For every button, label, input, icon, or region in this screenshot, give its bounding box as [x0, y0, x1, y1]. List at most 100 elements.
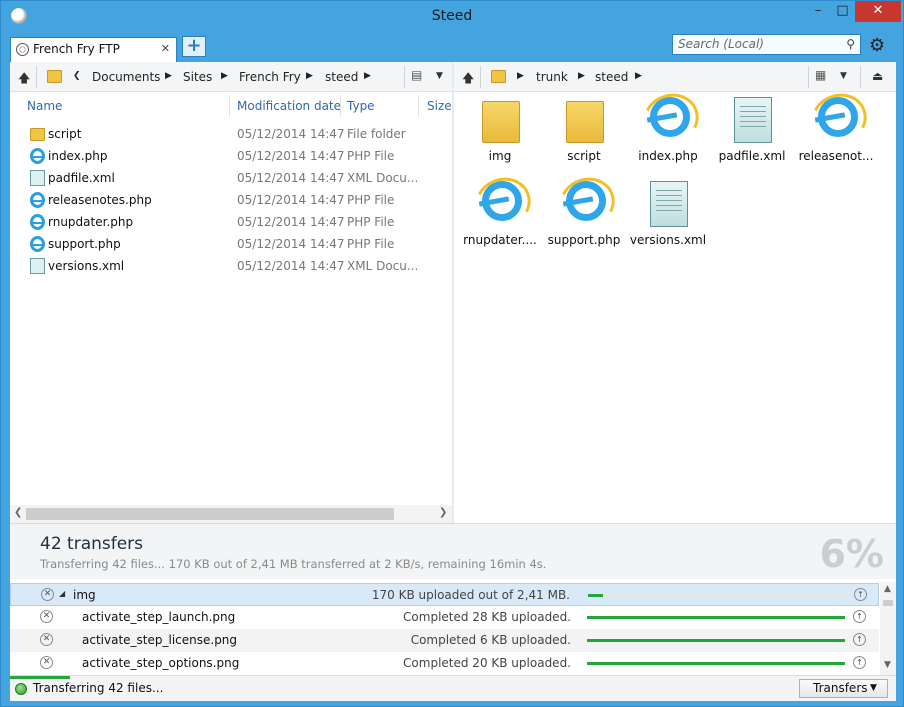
- grid-item-label: script: [567, 149, 601, 163]
- chevron-right-icon[interactable]: ▶: [517, 71, 524, 81]
- grid-item[interactable]: img: [460, 97, 540, 177]
- grid-item-label: releasenot...: [798, 149, 874, 163]
- status-bar: Transferring 42 files... Transfers ▼: [10, 675, 896, 701]
- scroll-down-icon[interactable]: ▼: [884, 660, 891, 670]
- file-row[interactable]: index.php 05/12/2014 14:47 PHP File: [10, 145, 452, 167]
- breadcrumb-steed[interactable]: steed: [595, 70, 628, 84]
- transfer-row[interactable]: ✕ ◢ img 170 KB uploaded out of 2,41 MB. …: [10, 583, 879, 606]
- chevron-right-icon[interactable]: ▶: [221, 71, 228, 81]
- transfer-list: ✕ ◢ img 170 KB uploaded out of 2,41 MB. …: [10, 582, 896, 675]
- cancel-icon[interactable]: ✕: [40, 610, 53, 623]
- dropdown-arrow-icon: ▼: [870, 683, 877, 693]
- cancel-icon[interactable]: ✕: [40, 656, 53, 669]
- folder-icon: [566, 101, 604, 143]
- eject-icon[interactable]: ⏏: [872, 69, 883, 83]
- file-date: 05/12/2014 14:47: [237, 259, 345, 273]
- search-icon[interactable]: ⚲: [846, 37, 855, 51]
- transfer-progress: [588, 594, 846, 597]
- close-button[interactable]: ✕: [855, 1, 901, 22]
- add-tab-button[interactable]: +: [182, 36, 206, 57]
- upload-icon[interactable]: ↑: [853, 610, 866, 623]
- folder-icon: [30, 128, 45, 141]
- transfers-button[interactable]: Transfers ▼: [799, 679, 888, 698]
- file-date: 05/12/2014 14:47: [237, 171, 345, 185]
- scrollbar-thumb[interactable]: [26, 508, 394, 520]
- cancel-icon[interactable]: ✕: [41, 588, 54, 601]
- file-row[interactable]: releasenotes.php 05/12/2014 14:47 PHP Fi…: [10, 189, 452, 211]
- chevron-right-icon[interactable]: ▶: [578, 71, 585, 81]
- details-view-icon[interactable]: ▤: [411, 68, 427, 84]
- transfer-row[interactable]: ✕ activate_step_license.png Completed 6 …: [10, 629, 879, 652]
- cancel-icon[interactable]: ✕: [40, 633, 53, 646]
- chevron-right-icon[interactable]: ▶: [635, 71, 642, 81]
- up-arrow-icon[interactable]: 🡅: [18, 69, 30, 90]
- scroll-left-icon[interactable]: ❮: [14, 507, 22, 518]
- tab-french-fry-ftp[interactable]: French Fry FTP ✕: [10, 37, 177, 62]
- dropdown-arrow-icon[interactable]: ▼: [436, 71, 443, 81]
- scrollbar-thumb[interactable]: [883, 600, 893, 606]
- transfers-button-label: Transfers: [813, 681, 868, 695]
- file-type: PHP File: [347, 215, 395, 229]
- transfer-row[interactable]: ✕ activate_step_options.png Completed 20…: [10, 652, 879, 675]
- transfer-detail: Transferring 42 files... 170 KB out of 2…: [40, 557, 547, 571]
- grid-item[interactable]: script: [544, 97, 624, 177]
- chevron-right-icon[interactable]: ▶: [306, 71, 313, 81]
- file-date: 05/12/2014 14:47: [237, 237, 345, 251]
- grid-item[interactable]: releasenot...: [796, 97, 876, 177]
- column-header-type[interactable]: Type: [347, 99, 375, 113]
- gear-icon[interactable]: ⚙: [869, 35, 885, 56]
- collapse-icon[interactable]: ◢: [59, 589, 65, 598]
- icons-view-icon[interactable]: ▦: [815, 68, 831, 84]
- chevron-right-icon[interactable]: ▶: [165, 71, 172, 81]
- breadcrumb-trunk[interactable]: trunk: [536, 70, 568, 84]
- dropdown-arrow-icon[interactable]: ▼: [840, 71, 847, 81]
- file-row[interactable]: rnupdater.php 05/12/2014 14:47 PHP File: [10, 211, 452, 233]
- breadcrumb-documents[interactable]: Documents: [92, 70, 160, 84]
- up-arrow-icon[interactable]: 🡅: [462, 69, 474, 90]
- transfer-count: 42 transfers: [40, 534, 144, 554]
- grid-item[interactable]: versions.xml: [628, 181, 708, 261]
- status-progress: [10, 676, 70, 679]
- grid-item[interactable]: support.php: [544, 181, 624, 261]
- transfer-row[interactable]: ✕ activate_step_launch.png Completed 28 …: [10, 606, 879, 629]
- grid-item[interactable]: index.php: [628, 97, 708, 177]
- grid-item-label: support.php: [547, 233, 621, 247]
- chevron-right-icon[interactable]: ▶: [364, 71, 371, 81]
- upload-icon[interactable]: ↑: [853, 656, 866, 669]
- scroll-up-icon[interactable]: ▲: [884, 584, 891, 594]
- file-row[interactable]: support.php 05/12/2014 14:47 PHP File: [10, 233, 452, 255]
- file-row[interactable]: padfile.xml 05/12/2014 14:47 XML Docu...: [10, 167, 452, 189]
- scroll-right-icon[interactable]: ❯: [439, 507, 447, 518]
- upload-icon[interactable]: ↑: [853, 633, 866, 646]
- transfer-name: activate_step_launch.png: [82, 610, 236, 624]
- tab-close-icon[interactable]: ✕: [161, 42, 170, 55]
- column-header-name[interactable]: Name: [27, 99, 62, 113]
- file-row[interactable]: versions.xml 05/12/2014 14:47 XML Docu..…: [10, 255, 452, 277]
- breadcrumb-steed[interactable]: steed: [325, 70, 358, 84]
- grid-item[interactable]: rnupdater....: [460, 181, 540, 261]
- transfer-status: Completed 28 KB uploaded.: [403, 610, 571, 624]
- file-row[interactable]: script 05/12/2014 14:47 File folder: [10, 123, 452, 145]
- file-type: PHP File: [347, 237, 395, 251]
- column-header-modified[interactable]: Modification date: [237, 99, 341, 113]
- column-header-size[interactable]: Size: [427, 99, 452, 113]
- app-window: Steed – □ ✕ French Fry FTP ✕ + Search (L…: [0, 0, 904, 707]
- chevron-left-icon[interactable]: ❮: [73, 71, 81, 81]
- xml-icon: [734, 97, 772, 143]
- vertical-scrollbar[interactable]: ▲ ▼: [880, 582, 896, 675]
- remote-breadcrumb: 🡅 ▶ trunk ▶ steed ▶ ▦ ▼ ⏏: [454, 62, 896, 92]
- transfer-summary: 42 transfers Transferring 42 files... 17…: [10, 523, 896, 579]
- folder-icon: [491, 70, 506, 83]
- file-date: 05/12/2014 14:47: [237, 193, 345, 207]
- grid-item[interactable]: padfile.xml: [712, 97, 792, 177]
- breadcrumb-french-fry[interactable]: French Fry: [239, 70, 301, 84]
- maximize-button[interactable]: □: [830, 1, 855, 22]
- minimize-button[interactable]: –: [805, 1, 831, 22]
- breadcrumb-sites[interactable]: Sites: [183, 70, 212, 84]
- upload-icon[interactable]: ↑: [854, 588, 867, 601]
- transfer-progress: [587, 662, 845, 665]
- pane-divider[interactable]: [452, 62, 454, 523]
- horizontal-scrollbar[interactable]: ❮ ❯: [10, 505, 452, 523]
- xml-icon: [30, 258, 45, 274]
- search-input[interactable]: Search (Local) ⚲: [672, 34, 861, 55]
